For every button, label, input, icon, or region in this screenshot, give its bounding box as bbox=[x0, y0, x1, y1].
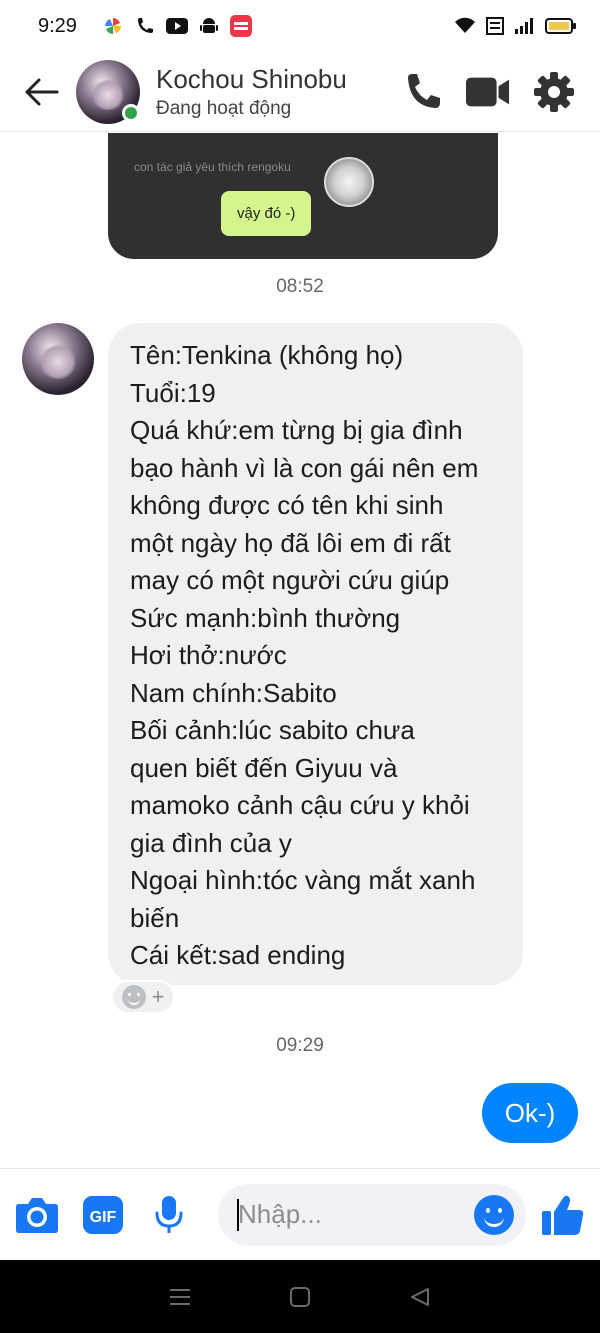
incoming-message[interactable]: Tên:Tenkina (không họ) Tuổi:19 Quá khứ:e… bbox=[108, 323, 523, 985]
microphone-icon bbox=[155, 1195, 183, 1233]
square-icon bbox=[290, 1286, 310, 1307]
status-time: 9:29 bbox=[38, 14, 77, 37]
message-line: Hơi thở:nước bbox=[130, 640, 287, 670]
message-line: mamoko cảnh cậu cứu y khỏi bbox=[130, 790, 470, 820]
message-line: Tên:Tenkina (không họ) bbox=[130, 340, 404, 370]
pinwheel-app-icon bbox=[102, 15, 124, 37]
shared-image-avatar bbox=[324, 157, 374, 207]
voice-record-button[interactable] bbox=[146, 1192, 192, 1238]
camera-icon bbox=[16, 1197, 58, 1233]
message-input-box[interactable] bbox=[218, 1183, 526, 1246]
gif-button[interactable]: GIF bbox=[80, 1192, 126, 1238]
text-caret bbox=[237, 1198, 239, 1231]
timestamp: 08:52 bbox=[276, 276, 324, 297]
timestamp: 09:29 bbox=[276, 1035, 324, 1056]
svg-text:GIF: GIF bbox=[90, 1209, 117, 1226]
outgoing-message[interactable]: Ok-) bbox=[482, 1083, 578, 1143]
conversation-header: Kochou Shinobu Đang hoạt động bbox=[0, 52, 600, 132]
triangle-back-icon bbox=[411, 1287, 429, 1306]
notification-icons bbox=[102, 15, 252, 37]
message-line: Tuổi:19 bbox=[130, 377, 216, 408]
back-button[interactable] bbox=[16, 66, 68, 118]
thumbs-up-icon bbox=[542, 1195, 584, 1235]
contact-name: Kochou Shinobu bbox=[156, 63, 347, 94]
message-line: quen biết đến Giyuu và bbox=[130, 752, 398, 783]
volte-icon bbox=[484, 15, 506, 37]
shared-image-caption: con tác giả yêu thích rengoku bbox=[134, 160, 291, 174]
message-input[interactable] bbox=[238, 1199, 458, 1230]
signal-icon bbox=[514, 15, 536, 37]
status-bar: 9:29 bbox=[0, 0, 600, 52]
online-indicator bbox=[122, 103, 140, 122]
gear-icon bbox=[534, 71, 574, 112]
sender-avatar[interactable] bbox=[22, 323, 94, 395]
like-button[interactable] bbox=[540, 1192, 586, 1238]
message-line: bạo hành vì là con gái nên em bbox=[130, 452, 479, 483]
emoji-button[interactable] bbox=[474, 1194, 514, 1235]
android-icon bbox=[198, 15, 220, 37]
phone-icon bbox=[408, 73, 440, 108]
message-line: may có một người cứu giúp bbox=[130, 565, 450, 595]
recent-apps-button[interactable] bbox=[160, 1277, 200, 1317]
voice-call-button[interactable] bbox=[400, 70, 444, 114]
message-line: Nam chính:Sabito bbox=[130, 677, 337, 708]
shared-image-bubble: vậy đó -) bbox=[221, 191, 312, 236]
gif-icon: GIF bbox=[83, 1195, 123, 1234]
message-line: một ngày họ đã lôi em đi rất bbox=[130, 527, 451, 558]
message-line: biến bbox=[130, 902, 180, 933]
contact-info[interactable]: Kochou Shinobu Đang hoạt động bbox=[156, 64, 347, 120]
add-reaction-button[interactable]: + bbox=[111, 980, 175, 1014]
header-actions bbox=[400, 70, 576, 114]
contact-avatar-button[interactable] bbox=[76, 59, 140, 124]
composer-bar: GIF bbox=[0, 1168, 600, 1260]
message-list[interactable]: con tác giả yêu thích rengoku vậy đó -) … bbox=[0, 133, 600, 1167]
menu-icon bbox=[170, 1288, 190, 1305]
contact-status: Đang hoạt động bbox=[156, 97, 292, 119]
message-line: gia đình của y bbox=[130, 827, 292, 858]
message-line: Ngoại hình:tóc vàng mắt xanh bbox=[130, 865, 476, 895]
message-line: Sức mạnh:bình thường bbox=[130, 602, 401, 633]
system-navigation-bar bbox=[0, 1260, 600, 1333]
battery-icon bbox=[544, 15, 578, 37]
mangatoon-icon bbox=[230, 15, 252, 37]
camera-button[interactable] bbox=[14, 1192, 60, 1238]
wifi-icon bbox=[454, 15, 476, 37]
home-button[interactable] bbox=[280, 1277, 320, 1317]
message-line: không được có tên khi sinh bbox=[130, 490, 444, 520]
system-icons bbox=[454, 15, 578, 37]
missed-call-icon bbox=[134, 15, 156, 37]
video-camera-icon bbox=[466, 77, 510, 106]
settings-button[interactable] bbox=[532, 70, 576, 114]
video-call-button[interactable] bbox=[466, 70, 510, 114]
message-line: Cái kết:sad ending bbox=[130, 940, 346, 970]
system-back-button[interactable] bbox=[400, 1277, 440, 1317]
youtube-icon bbox=[166, 15, 188, 37]
arrow-left-icon bbox=[25, 78, 59, 105]
smiley-icon bbox=[121, 985, 146, 1009]
plus-icon: + bbox=[151, 984, 165, 1009]
message-line: Bối cảnh:lúc sabito chưa bbox=[130, 715, 415, 745]
message-line: Quá khứ:em từng bị gia đình bbox=[130, 415, 463, 445]
